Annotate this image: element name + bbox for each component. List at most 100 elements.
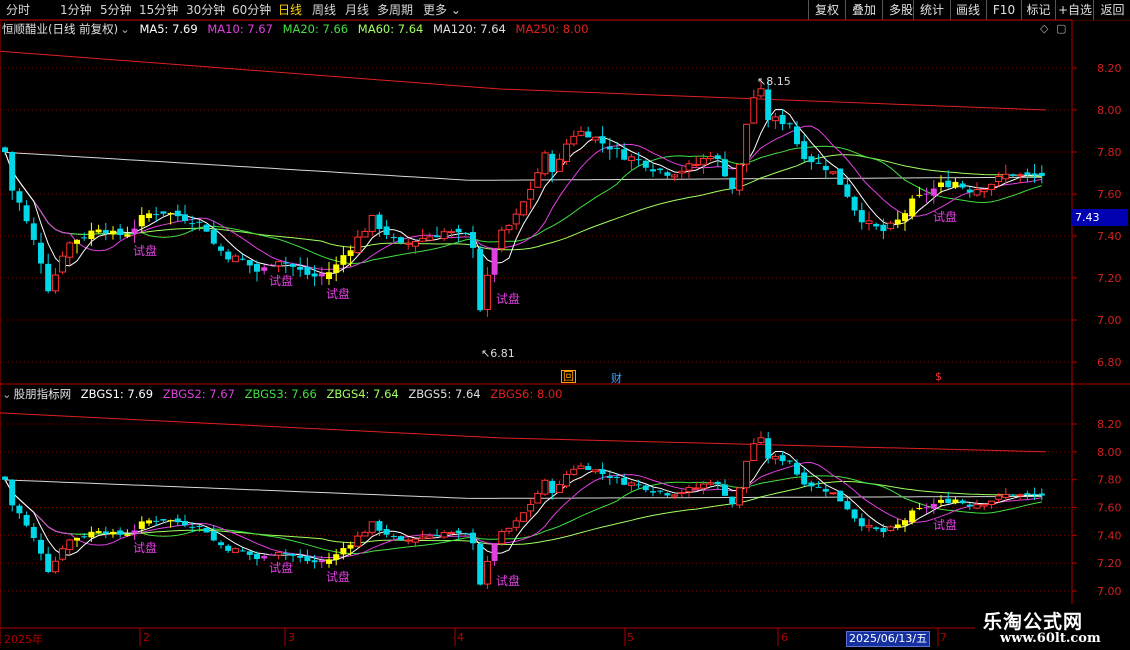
candle-body xyxy=(282,262,289,264)
sub-candle-body xyxy=(160,519,167,521)
sub-candles xyxy=(2,431,1045,589)
candle-body xyxy=(671,174,679,178)
candle-body xyxy=(2,147,8,153)
candle-body xyxy=(254,263,260,272)
current-price-tag: 7.43 xyxy=(1071,209,1128,226)
sub-candle-body xyxy=(916,508,923,510)
candle-body xyxy=(894,219,901,225)
stock-title[interactable]: 恒顺醋业(日线 前复权) xyxy=(2,22,118,36)
candle-body xyxy=(491,249,498,275)
candle-body xyxy=(38,242,44,264)
sub-candle-body xyxy=(987,500,995,506)
sub-candle-body xyxy=(447,531,455,534)
main-ma10-line xyxy=(4,125,1042,270)
candle-body xyxy=(771,116,779,122)
sub-ma10-line xyxy=(4,461,1042,559)
candle-body xyxy=(398,237,404,243)
sub-candle-body xyxy=(664,493,671,496)
candle-body xyxy=(297,266,304,270)
candle-body xyxy=(419,237,427,242)
candle-body xyxy=(642,160,649,168)
candle-body xyxy=(261,267,268,271)
diamond-icon[interactable]: ◇ xyxy=(1040,22,1048,35)
candle-body xyxy=(160,211,167,214)
chevron-down-icon[interactable]: ⌄ xyxy=(120,22,130,36)
restore-icon[interactable]: ▢ xyxy=(1056,22,1066,35)
sub-panel-title[interactable]: 股朋指标网 xyxy=(14,387,72,401)
candle-body xyxy=(470,232,476,248)
candle-body xyxy=(980,189,988,193)
candle-body xyxy=(218,246,224,251)
sub-candle-body xyxy=(326,559,332,564)
candle-body xyxy=(909,198,916,217)
low-price-label: ↖6.81 xyxy=(481,347,515,360)
candle-body xyxy=(383,226,390,236)
sub-candle-body xyxy=(635,484,642,486)
sub-candle-body xyxy=(1010,494,1016,496)
candle-body xyxy=(131,228,138,233)
sub-candle-body xyxy=(729,496,736,505)
sub-candle-body xyxy=(268,554,275,556)
main-ma250-line xyxy=(0,50,1047,111)
kline-chart[interactable]: 8.20 8.00 7.80 7.60 7.40 7.20 7.00 6.80 8.20 8.00… xyxy=(0,0,1130,650)
sub-candle-body xyxy=(678,491,686,495)
signal-label: 试盘 xyxy=(933,518,958,532)
sub-candle-body xyxy=(102,531,109,534)
sub-candle-body xyxy=(290,553,296,556)
candle-body xyxy=(858,210,865,223)
sub-candle-body xyxy=(801,472,808,485)
candle-body xyxy=(959,183,966,188)
sub-candle-body xyxy=(174,518,181,523)
zbgs4-value: ZBGS4: 7.64 xyxy=(326,387,399,401)
sub-candle-body xyxy=(361,531,369,537)
candle-body xyxy=(124,234,131,237)
sub-candle-body xyxy=(692,487,700,490)
signal-label: 试盘 xyxy=(326,570,351,584)
candle-body xyxy=(189,223,196,225)
watermark: 乐淘公式网 www.60lt.com xyxy=(975,604,1130,650)
sub-candle-body xyxy=(585,466,592,471)
y-tick-label: 7.60 xyxy=(1097,502,1122,515)
sub-candle-body xyxy=(1016,494,1024,497)
candle-body xyxy=(434,235,440,238)
sub-candle-body xyxy=(765,438,772,459)
candle-body xyxy=(591,136,599,141)
box-marker-icon[interactable]: 回 xyxy=(561,370,576,383)
candle-body xyxy=(225,251,232,260)
sub-candle-body xyxy=(1024,493,1031,495)
sub-candle-body xyxy=(671,494,679,497)
sub-candle-body xyxy=(225,545,232,551)
candle-body xyxy=(743,123,751,165)
candle-body xyxy=(786,123,793,125)
candle-body xyxy=(1010,174,1016,176)
candle-body xyxy=(808,156,815,163)
sub-candle-body xyxy=(858,518,865,527)
candle-body xyxy=(1038,172,1045,176)
sub-panel-toggle-icon[interactable]: ⌄ xyxy=(2,387,12,401)
finance-marker-icon[interactable]: 财 xyxy=(611,370,622,386)
x-axis-label: 2 xyxy=(143,631,150,644)
candle-body xyxy=(627,156,635,162)
y-tick-label: 7.80 xyxy=(1097,474,1122,487)
x-axis-label: 7 xyxy=(940,631,947,644)
x-axis-label: 4 xyxy=(457,631,464,644)
dollar-marker-icon[interactable]: $ xyxy=(935,370,942,383)
ma60-value: MA60: 7.64 xyxy=(357,22,424,36)
signal-label: 试盘 xyxy=(496,292,521,306)
candle-body xyxy=(376,214,383,230)
sub-candle-body xyxy=(1002,493,1010,498)
sub-candle-body xyxy=(894,524,901,528)
sub-candle-body xyxy=(2,476,8,480)
sub-candle-body xyxy=(771,455,779,460)
sub-candle-body xyxy=(930,503,937,509)
candle-body xyxy=(167,213,174,215)
candle-body xyxy=(153,214,160,216)
sub-candle-body xyxy=(66,539,74,550)
sub-candle-body xyxy=(555,483,563,494)
high-price-value: 8.15 xyxy=(766,75,791,88)
signal-label: 试盘 xyxy=(133,541,158,555)
candle-body xyxy=(368,215,376,232)
cursor-date-tag: 2025/06/13/五 xyxy=(846,631,931,647)
candle-body xyxy=(210,229,217,244)
candle-body xyxy=(16,191,23,203)
